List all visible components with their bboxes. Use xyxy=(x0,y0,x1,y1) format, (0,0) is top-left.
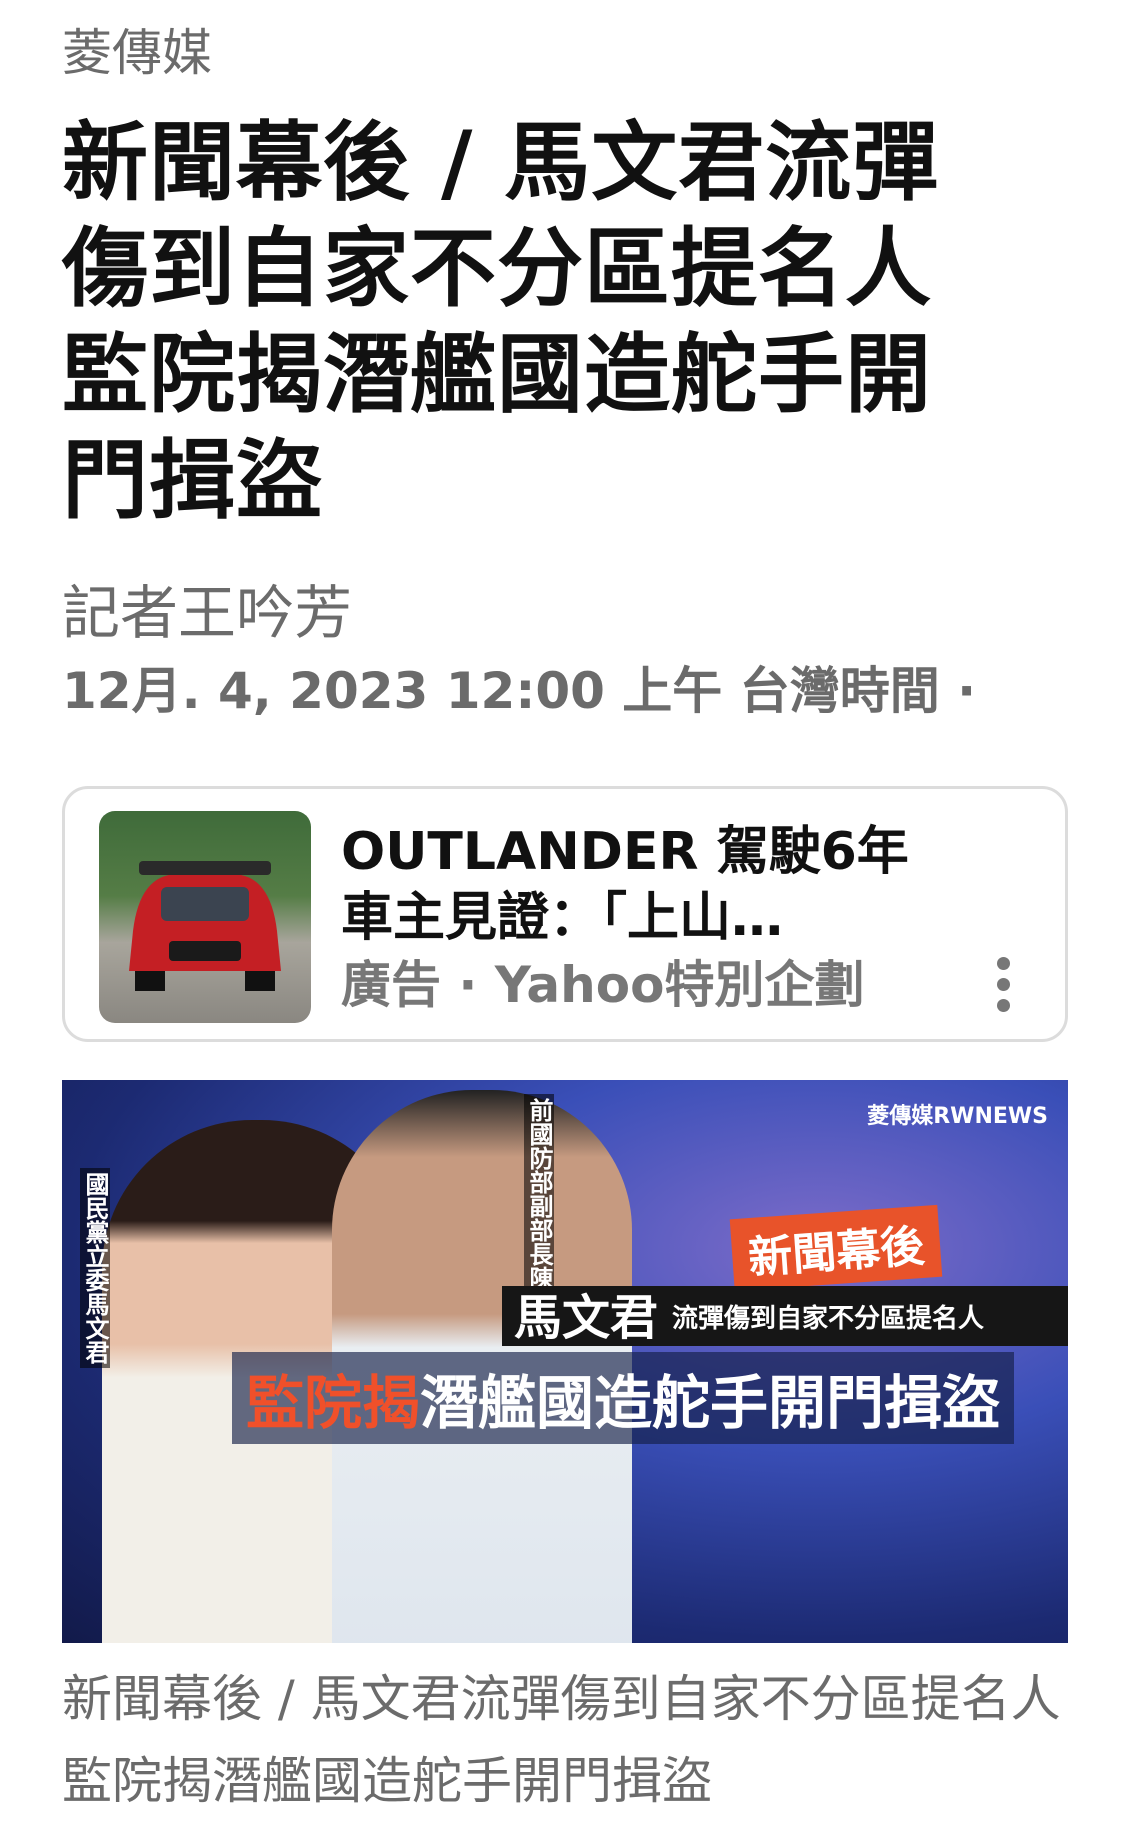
hero-subline: 流彈傷到自家不分區提名人 xyxy=(672,1304,985,1334)
sponsored-ad-card[interactable]: OUTLANDER 駕駛6年車主見證：「上山… 廣告 · Yahoo特別企劃 xyxy=(62,786,1068,1042)
hero-image: 菱傳媒RWNEWS 國民黨立委馬文君 前國防部副部長陳永康 新聞幕後 馬文君 流… xyxy=(62,1080,1068,1643)
image-caption: 新聞幕後 / 馬文君流彈傷到自家不分區提名人 監院揭潛艦國造舵手開門揖盜 xyxy=(62,1670,1061,1810)
publisher-name[interactable]: 菱傳媒 xyxy=(62,20,212,86)
hero-logo: 菱傳媒RWNEWS xyxy=(867,1104,1048,1129)
ad-thumbnail-image[interactable] xyxy=(99,811,311,1023)
author-byline: 記者王吟芳 xyxy=(62,579,353,647)
ad-title[interactable]: OUTLANDER 駕駛6年車主見證：「上山… xyxy=(341,819,931,951)
more-vertical-icon[interactable] xyxy=(991,957,1015,1013)
hero-label-left: 國民黨立委馬文君 xyxy=(80,1168,110,1368)
hero-headline: 監院揭潛艦國造舵手開門揖盜 xyxy=(232,1352,1015,1444)
hero-name: 馬文君 xyxy=(514,1290,659,1346)
article-dateline: 12月. 4, 2023 12:00 上午 台灣時間 · xyxy=(62,662,977,720)
article-headline: 新聞幕後 / 馬文君流彈傷到自家不分區提名人 監院揭潛艦國造舵手開門揖盜 xyxy=(62,113,1019,531)
ad-meta: 廣告 · Yahoo特別企劃 xyxy=(341,956,865,1014)
hero-headline-accent: 監院揭 xyxy=(246,1369,421,1437)
hero-headline-rest: 潛艦國造舵手開門揖盜 xyxy=(420,1369,1001,1437)
hero-tag: 新聞幕後 xyxy=(729,1204,943,1292)
